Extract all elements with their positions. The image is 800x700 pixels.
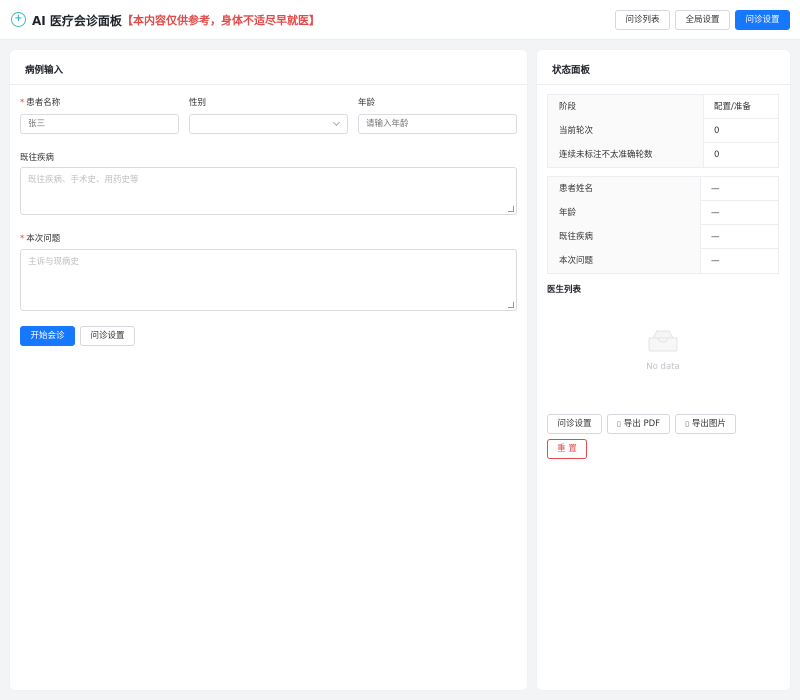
- panel-consult-settings-button[interactable]: 问诊设置: [547, 414, 602, 434]
- chevron-down-icon: [332, 118, 341, 127]
- patient-summary-table: 患者姓名 — 年龄 — 既往疾病 — 本次问题 —: [547, 176, 779, 274]
- doctor-list-title: 医生列表: [547, 285, 582, 295]
- age-input[interactable]: [358, 114, 517, 134]
- status-value: 0: [714, 126, 720, 136]
- history-textarea[interactable]: 既往疾病、手术史、用药史等: [20, 167, 517, 215]
- document-icon: ▯: [616, 420, 621, 428]
- export-image-label: 导出图片: [691, 419, 726, 429]
- consult-settings-button[interactable]: 问诊设置: [735, 10, 790, 30]
- table-row: 连续未标注不太准确轮数 0: [548, 143, 778, 167]
- case-input-title: 病例输入: [25, 65, 64, 76]
- status-table: 阶段 配置/准备 当前轮次 0 连续未标注不太准确轮数 0: [547, 94, 779, 168]
- disclaimer-text: 【本内容仅供参考，身体不适尽早就医】: [122, 14, 320, 27]
- patient-name-input[interactable]: [20, 114, 179, 134]
- table-row: 当前轮次 0: [548, 119, 778, 143]
- divider: [537, 84, 790, 85]
- export-pdf-button[interactable]: ▯ 导出 PDF: [607, 414, 670, 434]
- empty-inbox-icon: [648, 330, 678, 352]
- age-label: 年龄: [358, 98, 376, 108]
- resize-handle-icon[interactable]: [508, 206, 514, 212]
- status-value: 0: [714, 150, 720, 160]
- patient-key: 年龄: [548, 201, 701, 225]
- patient-name-label: * 患者名称: [20, 98, 61, 108]
- status-value: 配置/准备: [714, 102, 751, 112]
- resize-handle-icon[interactable]: [508, 302, 514, 308]
- table-row: 年龄 —: [548, 201, 778, 225]
- top-header: + AI 医疗会诊面板 【本内容仅供参考，身体不适尽早就医】 问诊列表 全局设置…: [0, 0, 800, 40]
- status-key: 阶段: [548, 95, 704, 119]
- patient-key: 本次问题: [548, 249, 701, 273]
- consult-list-button[interactable]: 问诊列表: [615, 10, 670, 30]
- export-image-button[interactable]: ▯ 导出图片: [675, 414, 736, 434]
- gender-label: 性别: [189, 98, 207, 108]
- table-row: 既往疾病 —: [548, 225, 778, 249]
- case-input-card: 病例输入: [10, 50, 527, 690]
- problem-label: * 本次问题: [20, 234, 61, 244]
- patient-value: —: [711, 208, 720, 218]
- history-label: 既往疾病: [20, 153, 55, 163]
- problem-textarea[interactable]: 主诉与现病史: [20, 249, 517, 311]
- patient-key: 患者姓名: [548, 177, 701, 201]
- history-placeholder: 既往疾病、手术史、用药史等: [28, 175, 139, 185]
- table-row: 阶段 配置/准备: [548, 95, 778, 119]
- image-icon: ▯: [685, 420, 689, 428]
- status-panel-title: 状态面板: [552, 65, 591, 76]
- table-row: 患者姓名 —: [548, 177, 778, 201]
- export-pdf-label: 导出 PDF: [623, 419, 661, 429]
- plus-circle-icon: +: [11, 12, 26, 27]
- reset-button[interactable]: 重 置: [547, 439, 587, 459]
- divider: [10, 84, 527, 85]
- status-key: 当前轮次: [548, 119, 704, 143]
- status-key: 连续未标注不太准确轮数: [548, 143, 704, 167]
- patient-key: 既往疾病: [548, 225, 701, 249]
- patient-value: —: [711, 256, 720, 266]
- case-consult-settings-button[interactable]: 问诊设置: [80, 326, 135, 346]
- empty-state-text: No data: [646, 362, 680, 372]
- global-settings-button[interactable]: 全局设置: [675, 10, 730, 30]
- start-consult-button[interactable]: 开始会诊: [20, 326, 75, 346]
- table-row: 本次问题 —: [548, 249, 778, 273]
- patient-value: —: [711, 184, 720, 194]
- patient-value: —: [711, 232, 720, 242]
- app-title: AI 医疗会诊面板: [32, 14, 122, 28]
- problem-placeholder: 主诉与现病史: [28, 257, 80, 267]
- gender-select[interactable]: [189, 114, 348, 134]
